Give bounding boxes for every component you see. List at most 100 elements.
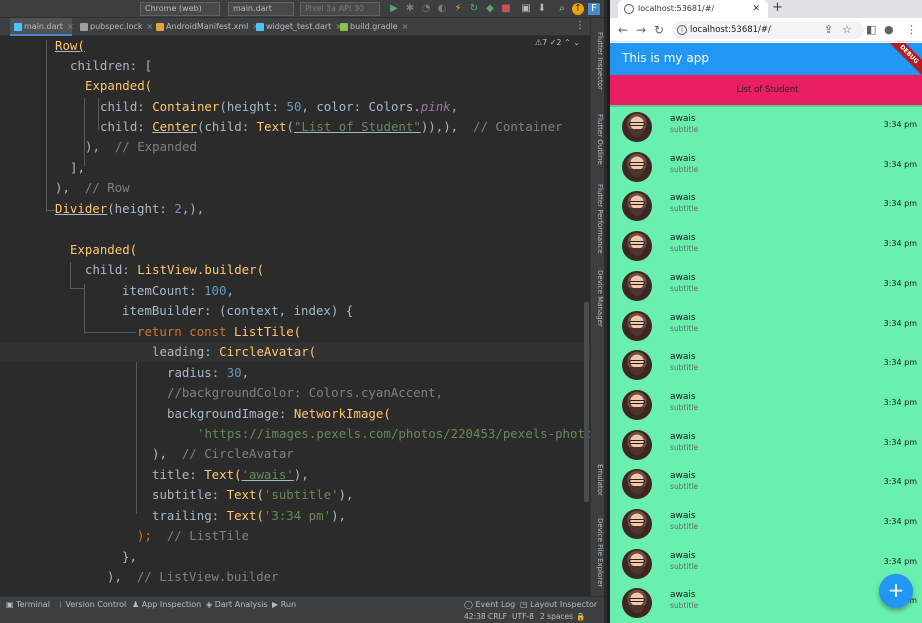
list-item[interactable]: awaissubtitle3:34 pm (610, 425, 922, 465)
flutter-outline-tool[interactable]: Flutter Outline (592, 114, 604, 165)
reload-icon[interactable]: ↻ (654, 22, 664, 38)
avatar-beard (630, 168, 644, 177)
list-item[interactable]: awaissubtitle3:34 pm (610, 107, 922, 147)
list-item[interactable]: awaissubtitle3:34 pm (610, 464, 922, 504)
profile-icon[interactable]: ◔ (420, 3, 432, 15)
flutter-inspector-tool[interactable]: Flutter Inspector (592, 32, 604, 90)
update-icon[interactable]: ↑ (572, 3, 584, 15)
list-item-title: awais (670, 233, 696, 244)
profile-icon[interactable]: ● (884, 23, 894, 37)
run-config-selector[interactable]: main.dart (228, 2, 294, 16)
list-item[interactable]: awaissubtitle3:34 pm (610, 345, 922, 385)
indent-guide (46, 40, 47, 212)
xml-file-icon (156, 23, 164, 31)
code-line: ), // Expanded (85, 139, 197, 154)
list-item[interactable]: awaissubtitle3:34 pm (610, 385, 922, 425)
run-tab[interactable]: ▶ Run (272, 600, 296, 609)
layout-inspector-tab[interactable]: ◳ Layout Inspector (520, 600, 597, 609)
flutter-icon[interactable]: ◆ (484, 3, 496, 15)
version-control-tab[interactable]: ᚿ Version Control (58, 600, 126, 609)
device-selector[interactable]: Chrome (web) (140, 2, 220, 16)
device-manager-icon[interactable]: ▣ (520, 3, 532, 15)
list-item-time: 3:34 pm (883, 358, 917, 368)
emulator-tool[interactable]: Emulator (592, 464, 604, 496)
editor-scrollbar[interactable] (584, 302, 589, 502)
add-fab-button[interactable]: + (879, 574, 913, 608)
address-bar[interactable]: i localhost:53681/#/ (672, 21, 864, 39)
code-line: subtitle: Text('subtitle'), (152, 487, 354, 502)
file-encoding[interactable]: UTF-8 (512, 612, 534, 621)
lock-icon[interactable]: 🔒 (576, 612, 585, 621)
avatar-beard (630, 565, 644, 574)
close-icon[interactable]: × (67, 22, 74, 31)
code-line: 'https://images.pexels.com/photos/220453… (197, 426, 590, 441)
avatar (622, 509, 652, 539)
tab-widget-test[interactable]: widget_test.dart × (252, 18, 342, 36)
dart-analysis-tab[interactable]: ◈ Dart Analysis (206, 600, 268, 609)
emulator-selector[interactable]: Pixel 3a API 30 (300, 2, 380, 16)
terminal-tab[interactable]: ▣ Terminal (6, 600, 50, 609)
avatar-beard (630, 406, 644, 415)
tab-android-manifest[interactable]: AndroidManifest.xml× (152, 18, 259, 36)
code-line: backgroundImage: NetworkImage( (167, 406, 391, 421)
caret-position[interactable]: 42:38 (464, 612, 486, 621)
side-panel-icon[interactable]: ◧ (866, 23, 876, 37)
sdk-manager-icon[interactable]: ⬇ (536, 3, 548, 15)
ide-window: Chrome (web) main.dart Pixel 3a API 30 ▶… (0, 0, 604, 623)
hot-restart-icon[interactable]: ↻ (468, 3, 480, 15)
attach-icon[interactable]: ◐ (436, 3, 448, 15)
new-tab-icon[interactable]: + (772, 0, 783, 16)
list-item[interactable]: awaissubtitle3:34 pm (610, 583, 922, 623)
code-line: Expanded( (85, 78, 153, 93)
list-item[interactable]: awaissubtitle3:34 pm (610, 544, 922, 584)
back-icon[interactable]: ← (618, 22, 628, 38)
list-item-title: awais (670, 431, 696, 442)
list-item[interactable]: awaissubtitle3:34 pm (610, 226, 922, 266)
code-editor[interactable]: ⚠7 ✓2 ⌃ ⌄ Row( children: [ Expanded( chi… (0, 36, 590, 596)
tab-pubspec-lock[interactable]: pubspec.lock × (76, 18, 153, 36)
list-item-time: 3:34 pm (883, 318, 917, 328)
list-item-time: 3:34 pm (883, 120, 917, 129)
browser-tab[interactable]: localhost:53681/#/ ✕ (618, 0, 768, 18)
inspection-widget[interactable]: ⚠7 ✓2 ⌃ ⌄ (535, 38, 580, 47)
avatar-beard (630, 208, 644, 217)
tab-build-gradle[interactable]: build.gradle × (336, 18, 409, 36)
bookmark-star-icon[interactable]: ☆ (842, 23, 852, 37)
run-icon[interactable]: ▶ (388, 3, 400, 15)
debug-icon[interactable]: ✱ (404, 3, 416, 15)
avatar-beard (630, 446, 644, 455)
avatar-glasses (629, 519, 645, 523)
device-manager-tool[interactable]: Device Manager (592, 270, 604, 327)
line-separator[interactable]: CRLF (488, 612, 507, 621)
file-icon (80, 23, 88, 31)
flutter-logo-icon[interactable]: F (588, 3, 600, 15)
tab-main-dart[interactable]: main.dart × (10, 18, 74, 36)
list-item[interactable]: awaissubtitle3:34 pm (610, 186, 922, 226)
search-icon[interactable]: ⌕ (556, 3, 568, 15)
avatar-glasses (629, 122, 645, 126)
close-icon[interactable]: × (402, 22, 409, 31)
list-item-time: 3:34 pm (883, 556, 917, 566)
avatar-beard (630, 605, 644, 614)
menu-icon[interactable]: ⋮ (906, 23, 917, 37)
hot-reload-icon[interactable]: ⚡ (452, 3, 464, 15)
flutter-performance-tool[interactable]: Flutter Performance (592, 184, 604, 254)
list-item[interactable]: awaissubtitle3:34 pm (610, 266, 922, 306)
list-item[interactable]: awaissubtitle3:34 pm (610, 306, 922, 346)
code-line: child: Container(height: 50, color: Colo… (100, 99, 459, 114)
event-log-tab[interactable]: ◯ Event Log (464, 600, 515, 609)
list-item[interactable]: awaissubtitle3:34 pm (610, 147, 922, 187)
list-item[interactable]: awaissubtitle3:34 pm (610, 504, 922, 544)
code-line: leading: CircleAvatar( (152, 344, 317, 359)
list-item-time: 3:34 pm (883, 239, 917, 249)
device-file-explorer-tool[interactable]: Device File Explorer (592, 518, 604, 587)
close-tab-icon[interactable]: ✕ (752, 0, 760, 18)
stop-icon[interactable]: ■ (500, 3, 512, 15)
site-info-icon[interactable]: i (677, 25, 687, 35)
forward-icon[interactable]: → (636, 22, 646, 38)
indent-setting[interactable]: 2 spaces (540, 612, 573, 621)
share-icon[interactable]: ⇪ (824, 23, 833, 37)
more-tabs-icon[interactable]: ⋮ (574, 20, 586, 32)
code-line: title: Text('awais'), (152, 467, 309, 482)
app-inspection-tab[interactable]: ♟ App Inspection (132, 600, 201, 609)
